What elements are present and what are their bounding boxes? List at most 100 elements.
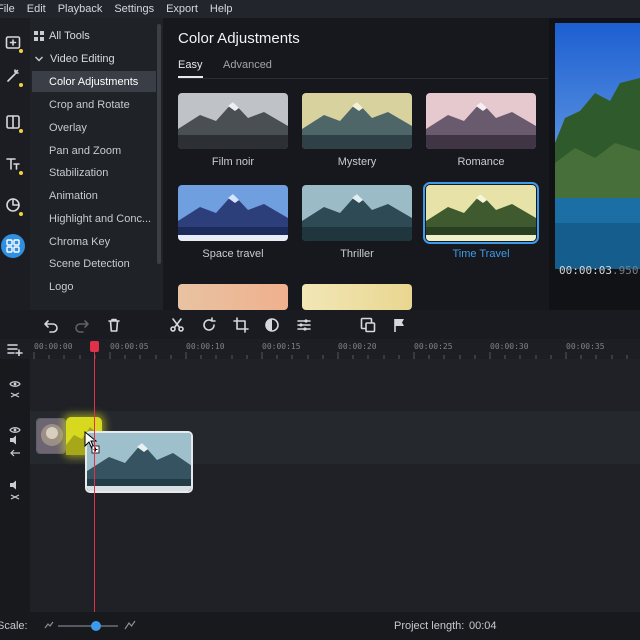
ruler-label: 00:00:35 (566, 342, 605, 351)
adjust-icon[interactable] (296, 317, 312, 333)
chevron-down-icon (35, 56, 43, 62)
active-tab-indicator (178, 76, 203, 78)
timeline-toolbar (0, 310, 640, 339)
filter-thumbnail (426, 93, 536, 149)
menu-playback[interactable]: Playback (58, 3, 103, 15)
delete-icon[interactable] (106, 317, 122, 333)
menu-edit[interactable]: Edit (27, 3, 46, 15)
filter-thumbnail (302, 93, 412, 149)
track-headers (0, 359, 30, 612)
ruler-ticks (33, 352, 628, 359)
pip-icon[interactable] (360, 317, 376, 333)
ruler-label: 00:00:25 (414, 342, 453, 351)
scale-label: Scale: (0, 620, 28, 632)
preview-image (555, 23, 640, 269)
filter-film-noir[interactable]: Film noir (178, 93, 288, 168)
cursor-icon (84, 431, 100, 454)
timecode-display: 00:00:03.950 (559, 264, 639, 277)
rotate-icon[interactable] (201, 317, 217, 333)
tool-scene-detection[interactable]: Scene Detection (32, 253, 156, 274)
undo-icon[interactable] (43, 317, 59, 333)
link-icon[interactable] (9, 387, 21, 405)
scale-slider-track[interactable] (58, 625, 118, 627)
tool-logo[interactable]: Logo (32, 276, 156, 297)
filter-thriller[interactable]: Thriller (302, 185, 412, 260)
tool-stabilization[interactable]: Stabilization (32, 162, 156, 183)
section-label: Video Editing (50, 53, 115, 65)
preview-player: 00:00:03.950 (549, 18, 640, 310)
rail-badge (19, 129, 23, 133)
filter-time-travel[interactable]: Time Travel (423, 182, 539, 260)
status-bar: Scale: Project length: 00:04 (0, 612, 640, 640)
tool-crop-rotate[interactable]: Crop and Rotate (32, 94, 156, 115)
tool-animation[interactable]: Animation (32, 185, 156, 206)
more-tools-icon[interactable] (1, 234, 25, 258)
dragged-filter-thumbnail[interactable] (85, 431, 193, 493)
menu-file[interactable]: File (0, 3, 15, 15)
crop-icon[interactable] (233, 317, 249, 333)
tool-rail (0, 18, 30, 310)
project-length-value: 00:04 (469, 620, 497, 632)
scale-slider-handle[interactable] (91, 621, 101, 631)
zoom-out-icon[interactable] (44, 621, 54, 629)
filter-romance[interactable]: Romance (426, 93, 536, 168)
tab-divider (178, 78, 548, 79)
menu-export[interactable]: Export (166, 3, 198, 15)
rail-badge (19, 83, 23, 87)
all-tools-label: All Tools (49, 30, 90, 42)
filter-label: Time Travel (452, 248, 510, 260)
tool-highlight-conceal[interactable]: Highlight and Conc... (32, 208, 156, 229)
tool-pan-zoom[interactable]: Pan and Zoom (32, 140, 156, 161)
playhead-line (94, 345, 95, 612)
ruler-label: 00:00:05 (110, 342, 149, 351)
filter-next-2[interactable] (302, 284, 412, 310)
filter-label: Space travel (202, 248, 264, 260)
tool-overlay[interactable]: Overlay (32, 117, 156, 138)
ruler-label: 00:00:15 (262, 342, 301, 351)
playhead-handle[interactable] (90, 341, 99, 352)
rail-badge (19, 212, 23, 216)
tab-easy[interactable]: Easy (178, 59, 202, 71)
ruler-label: 00:00:10 (186, 342, 225, 351)
ruler-label: 00:00:20 (338, 342, 377, 351)
section-video-editing[interactable]: Video Editing (34, 49, 115, 69)
rail-badge (19, 171, 23, 175)
filter-thumbnail (302, 185, 412, 241)
color-icon[interactable] (264, 317, 280, 333)
menu-bar: File Edit Playback Settings Export Help (0, 0, 640, 18)
color-adjustments-panel: Color Adjustments Easy Advanced Film noi… (163, 18, 549, 310)
ruler-label: 00:00:00 (34, 342, 73, 351)
tool-chroma-key[interactable]: Chroma Key (32, 231, 156, 252)
tools-scrollbar[interactable] (157, 24, 161, 264)
project-length-label: Project length: (394, 620, 465, 632)
filter-next-1[interactable] (178, 284, 288, 310)
filter-space-travel[interactable]: Space travel (178, 185, 288, 260)
tool-color-adjustments[interactable]: Color Adjustments (32, 71, 156, 92)
menu-settings[interactable]: Settings (114, 3, 154, 15)
ruler-label: 00:00:30 (490, 342, 529, 351)
arrow-icon[interactable] (9, 444, 21, 462)
grid-icon (34, 31, 44, 41)
filter-label: Film noir (211, 156, 255, 168)
clip-thumbnail[interactable] (36, 418, 66, 454)
filter-thumbnail (178, 284, 288, 310)
filter-thumbnail (423, 182, 539, 244)
tools-list: All Tools Video Editing Color Adjustment… (30, 18, 163, 310)
zoom-in-icon[interactable] (124, 620, 136, 630)
filter-label: Mystery (337, 156, 377, 168)
all-tools-link[interactable]: All Tools (34, 26, 90, 46)
marker-icon[interactable] (391, 317, 407, 333)
panel-title: Color Adjustments (178, 30, 300, 47)
link-icon[interactable] (9, 489, 21, 507)
rail-badge (19, 49, 23, 53)
tab-advanced[interactable]: Advanced (223, 59, 272, 71)
cut-icon[interactable] (169, 317, 185, 333)
redo-icon[interactable] (74, 317, 90, 333)
filter-label: Romance (457, 156, 505, 168)
timeline-tracks[interactable] (0, 359, 640, 612)
filter-thumbnail (302, 284, 412, 310)
filter-mystery[interactable]: Mystery (302, 93, 412, 168)
filter-label: Thriller (340, 248, 374, 260)
filter-thumbnail (178, 185, 288, 241)
menu-help[interactable]: Help (210, 3, 233, 15)
